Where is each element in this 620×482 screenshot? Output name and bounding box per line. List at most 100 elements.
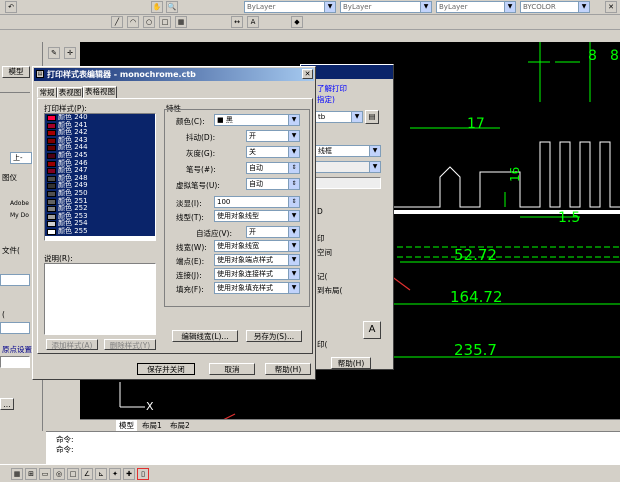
prop-joinstyle-combo[interactable]: 使用对象连接样式 ▼ — [214, 268, 300, 280]
back-label-1: D — [317, 207, 323, 216]
layer-tool-icon[interactable]: ◆ — [291, 16, 303, 28]
edit-table-icon: ▤ — [368, 112, 376, 121]
dialog-titlebar: ▤ 打印样式表编辑器 - monochrome.ctb ✕ — [34, 68, 314, 81]
delete-style-button[interactable]: 删除样式(Y) — [104, 339, 156, 350]
prop-endstyle-combo[interactable]: 使用对象端点样式 ▼ — [214, 254, 300, 266]
text-tool-icon[interactable]: A — [247, 16, 259, 28]
back-ctb-combo[interactable]: tb ▼ — [315, 111, 363, 123]
prop-vpen-spinner[interactable]: 自动 ⇕ — [246, 178, 300, 190]
back-shade-combo[interactable]: 线框 ▼ — [315, 145, 381, 157]
rect-tool-icon[interactable]: □ — [159, 16, 171, 28]
dyn-icon[interactable]: ✦ — [109, 468, 121, 480]
undo-icon[interactable]: ↶ — [5, 1, 17, 13]
back-dpi-field[interactable] — [315, 177, 381, 189]
layout-tab-layout1[interactable]: 布局1 — [142, 420, 162, 431]
prop-color-combo[interactable]: ■ 黑 ▼ — [214, 114, 300, 126]
description-textarea[interactable] — [44, 263, 156, 335]
spinner-icon: ⇕ — [288, 179, 299, 189]
tab-model-left[interactable]: 模型 — [2, 66, 30, 78]
color-swatch-icon — [47, 168, 56, 175]
pencil-icon[interactable]: ✎ — [48, 47, 60, 59]
prop-dither-combo[interactable]: 开 ▼ — [246, 130, 300, 142]
edit-lineweights-button[interactable]: 编辑线宽(L)... — [172, 330, 238, 342]
chevron-down-icon: ▼ — [324, 2, 335, 12]
prop-lineweight-combo[interactable]: 使用对象线宽 ▼ — [214, 240, 300, 252]
left-divider — [0, 92, 30, 93]
back-orientation-button[interactable]: A — [363, 321, 381, 339]
arc-tool-icon[interactable]: ◠ — [127, 16, 139, 28]
osnap-icon[interactable]: □ — [67, 468, 79, 480]
zoom-icon[interactable]: 🔍 — [166, 1, 178, 13]
color-swatch-icon — [47, 228, 56, 235]
otrack-icon[interactable]: ∠ — [81, 468, 93, 480]
color-swatch-icon — [47, 198, 56, 205]
styles-listbox[interactable]: 颜色 240 颜色 241 颜色 242 颜色 243 颜色 244 颜色 245 颜色 2… — [44, 113, 156, 241]
tab-table-view[interactable]: 表视图 — [57, 87, 83, 98]
chevron-down-icon: ▼ — [369, 162, 380, 172]
linetype-combo[interactable]: ByLayer ▼ — [340, 1, 432, 13]
command-window[interactable]: 命令: 命令: — [46, 431, 620, 465]
dim-tool-icon[interactable]: ↔ — [231, 16, 243, 28]
ortho-icon[interactable]: ▭ — [39, 468, 51, 480]
prop-screen-label: 淡显(I): — [176, 199, 202, 208]
layer-combo[interactable]: ByLayer ▼ — [244, 1, 336, 13]
chevron-down-icon: ▼ — [288, 255, 299, 265]
tab-content-panel: 打印样式(P): 颜色 240 颜色 241 颜色 242 颜色 243 颜色 244 颜… — [37, 98, 313, 354]
layout-tab-layout2[interactable]: 布局2 — [170, 420, 190, 431]
lineweight-combo[interactable]: ByLayer ▼ — [436, 1, 516, 13]
left-label-4: 文件( — [2, 246, 20, 255]
chevron-down-icon: ▼ — [504, 2, 515, 12]
style-list-item[interactable]: 颜色 255 — [45, 227, 155, 236]
dialog-app-icon: ▤ — [36, 70, 44, 78]
tab-general[interactable]: 常规 — [37, 87, 57, 98]
left-label-2: Adobe — [10, 200, 29, 207]
color-swatch-icon — [47, 145, 56, 152]
left-combo-3[interactable] — [0, 322, 30, 334]
chevron-down-icon: ▼ — [288, 227, 299, 237]
command-left-blank — [0, 431, 46, 464]
color-swatch-icon — [47, 190, 56, 197]
polar-icon[interactable]: ◎ — [53, 468, 65, 480]
prop-linetype-combo[interactable]: 使用对象线型 ▼ — [214, 210, 300, 222]
status-bar: ▦ ⊞ ▭ ◎ □ ∠ ⊾ ✦ ✚ ▯ — [0, 464, 620, 482]
back-edit-ctb-button[interactable]: ▤ — [365, 110, 379, 124]
pan-icon[interactable]: ✋ — [151, 1, 163, 13]
prop-fillstyle-label: 填充(F): — [176, 285, 204, 294]
help-button[interactable]: 帮助(H) — [265, 363, 311, 375]
model-toggle-icon[interactable]: ▯ — [137, 468, 149, 480]
layout-tab-model[interactable]: 模型 — [116, 420, 137, 431]
hatch-tool-icon[interactable]: ▦ — [175, 16, 187, 28]
prop-pen-spinner[interactable]: 自动 ⇕ — [246, 162, 300, 174]
move-icon[interactable]: ✛ — [64, 47, 76, 59]
add-style-button[interactable]: 添加样式(A) — [46, 339, 98, 350]
back-dialog-link-specify[interactable]: 指定) — [317, 94, 335, 105]
left-more-button[interactable]: ... — [0, 398, 14, 410]
color-swatch-icon — [47, 122, 56, 129]
snap-icon[interactable]: ▦ — [11, 468, 23, 480]
save-and-close-button[interactable]: 保存并关闭 — [137, 363, 195, 375]
prop-color-label: 颜色(C): — [176, 117, 205, 126]
left-combo-2[interactable] — [0, 274, 30, 286]
dialog-close-button[interactable]: ✕ — [302, 69, 313, 79]
left-field[interactable] — [0, 356, 30, 368]
cancel-button[interactable]: 取消 — [209, 363, 255, 375]
left-label-3: My Do — [10, 212, 29, 219]
left-combo-1[interactable]: 上- — [10, 152, 32, 164]
prop-gray-combo[interactable]: 关 ▼ — [246, 146, 300, 158]
prop-adaptive-combo[interactable]: 开 ▼ — [246, 226, 300, 238]
back-help-button[interactable]: 帮助(H) — [331, 357, 371, 369]
prop-fillstyle-combo[interactable]: 使用对象填充样式 ▼ — [214, 282, 300, 294]
grid-icon[interactable]: ⊞ — [25, 468, 37, 480]
back-quality-combo[interactable]: ▼ — [315, 161, 381, 173]
circle-tool-icon[interactable]: ○ — [143, 16, 155, 28]
prop-screen-spinner[interactable]: 100 ⇕ — [214, 196, 300, 208]
window-close-icon[interactable]: ✕ — [605, 1, 617, 13]
lwt-icon[interactable]: ✚ — [123, 468, 135, 480]
plotstyle-combo[interactable]: BYCOLOR ▼ — [520, 1, 590, 13]
ducs-icon[interactable]: ⊾ — [95, 468, 107, 480]
save-as-button[interactable]: 另存为(S)... — [246, 330, 302, 342]
line-tool-icon[interactable]: ╱ — [111, 16, 123, 28]
ucs-axis-x: X — [146, 400, 154, 413]
back-label-3: 空间 — [317, 248, 332, 257]
back-dialog-link-learn[interactable]: 了解打印 — [317, 83, 347, 94]
